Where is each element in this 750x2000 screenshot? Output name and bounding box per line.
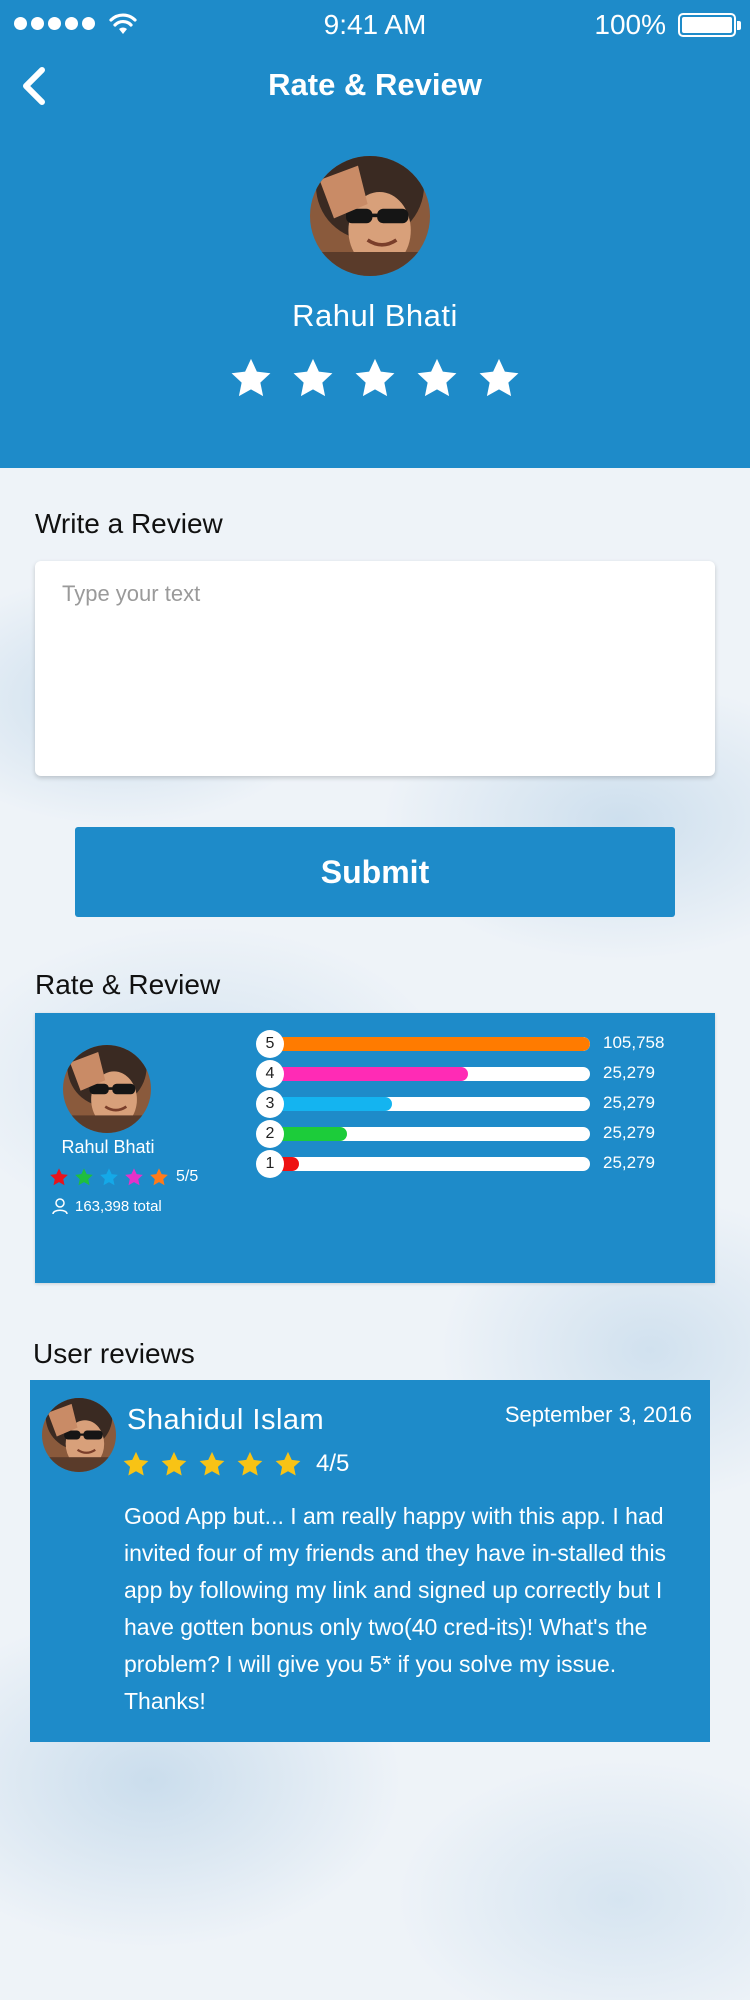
star-icon[interactable] — [415, 356, 459, 400]
summary-score: 5/5 — [176, 1168, 199, 1185]
rating-level: 5 — [256, 1030, 284, 1058]
star-icon — [198, 1450, 226, 1478]
review-card: Shahidul Islam September 3, 2016 4/5 Goo… — [30, 1380, 710, 1742]
user-reviews-heading: User reviews — [33, 1338, 195, 1369]
rating-bar-track — [270, 1037, 590, 1051]
star-icon — [160, 1450, 188, 1478]
review-stars: 4/5 — [122, 1450, 349, 1478]
avatar — [310, 156, 430, 276]
battery-icon — [678, 13, 741, 37]
star-icon — [274, 1450, 302, 1478]
write-review-heading: Write a Review — [35, 508, 223, 539]
rating-count: 25,279 — [603, 1063, 655, 1082]
rating-bar-row: 5 105,758 — [256, 1030, 696, 1058]
rating-bar-track — [270, 1157, 590, 1171]
summary-total: 163,398 total — [51, 1197, 162, 1215]
rating-count: 25,279 — [603, 1153, 655, 1172]
rate-review-heading: Rate & Review — [35, 969, 221, 1000]
star-icon — [149, 1167, 169, 1187]
star-icon — [124, 1167, 144, 1187]
rating-bar-track — [270, 1067, 590, 1081]
rating-bar-row: 4 25,279 — [256, 1060, 696, 1088]
rating-level: 1 — [256, 1150, 284, 1178]
total-count: 163,398 total — [75, 1197, 162, 1215]
star-icon — [122, 1450, 150, 1478]
reviewer-name: Shahidul Islam — [127, 1404, 325, 1436]
rating-bar-track — [270, 1127, 590, 1141]
review-textbox — [35, 561, 715, 776]
star-icon — [49, 1167, 69, 1187]
rating-level: 4 — [256, 1060, 284, 1088]
summary-name: Rahul Bhati — [61, 1137, 155, 1157]
rating-stars-input[interactable] — [0, 356, 750, 400]
battery-percent: 100% — [594, 9, 666, 40]
rating-bar-fill — [270, 1037, 590, 1051]
star-icon — [236, 1450, 264, 1478]
star-icon[interactable] — [477, 356, 521, 400]
rating-bar-fill — [270, 1097, 392, 1111]
rating-count: 25,279 — [603, 1093, 655, 1112]
review-date: September 3, 2016 — [504, 1402, 692, 1427]
review-input[interactable] — [35, 561, 715, 776]
review-text: Good App but... I am really happy with t… — [124, 1503, 667, 1714]
star-icon — [99, 1167, 119, 1187]
star-icon[interactable] — [229, 356, 273, 400]
rating-bar-track — [270, 1097, 590, 1111]
avatar — [42, 1398, 116, 1472]
rating-bar-fill — [270, 1067, 469, 1081]
rating-bar-row: 1 25,279 — [256, 1150, 696, 1178]
review-score: 4/5 — [316, 1450, 350, 1477]
rating-summary-card: Rahul Bhati 5/5 163,398 total 5 105,758 4 2… — [35, 1013, 715, 1283]
submit-button[interactable]: Submit — [75, 827, 675, 917]
page-title: Rate & Review — [268, 67, 482, 102]
rating-count: 25,279 — [603, 1123, 655, 1142]
star-icon — [74, 1167, 94, 1187]
user-icon — [52, 1198, 68, 1215]
profile-name: Rahul Bhati — [292, 298, 458, 333]
avatar — [63, 1045, 151, 1133]
summary-stars: 5/5 — [49, 1167, 198, 1187]
star-icon[interactable] — [353, 356, 397, 400]
header: 9:41 AM 100% Rate & Review Rahul Bhati — [0, 0, 750, 468]
rating-bar-row: 3 25,279 — [256, 1090, 696, 1118]
rating-bar-row: 2 25,279 — [256, 1120, 696, 1148]
rating-level: 2 — [256, 1120, 284, 1148]
star-icon[interactable] — [291, 356, 335, 400]
rating-count: 105,758 — [603, 1033, 665, 1052]
status-bar: 9:41 AM 100% — [0, 0, 750, 48]
rating-level: 3 — [256, 1090, 284, 1118]
